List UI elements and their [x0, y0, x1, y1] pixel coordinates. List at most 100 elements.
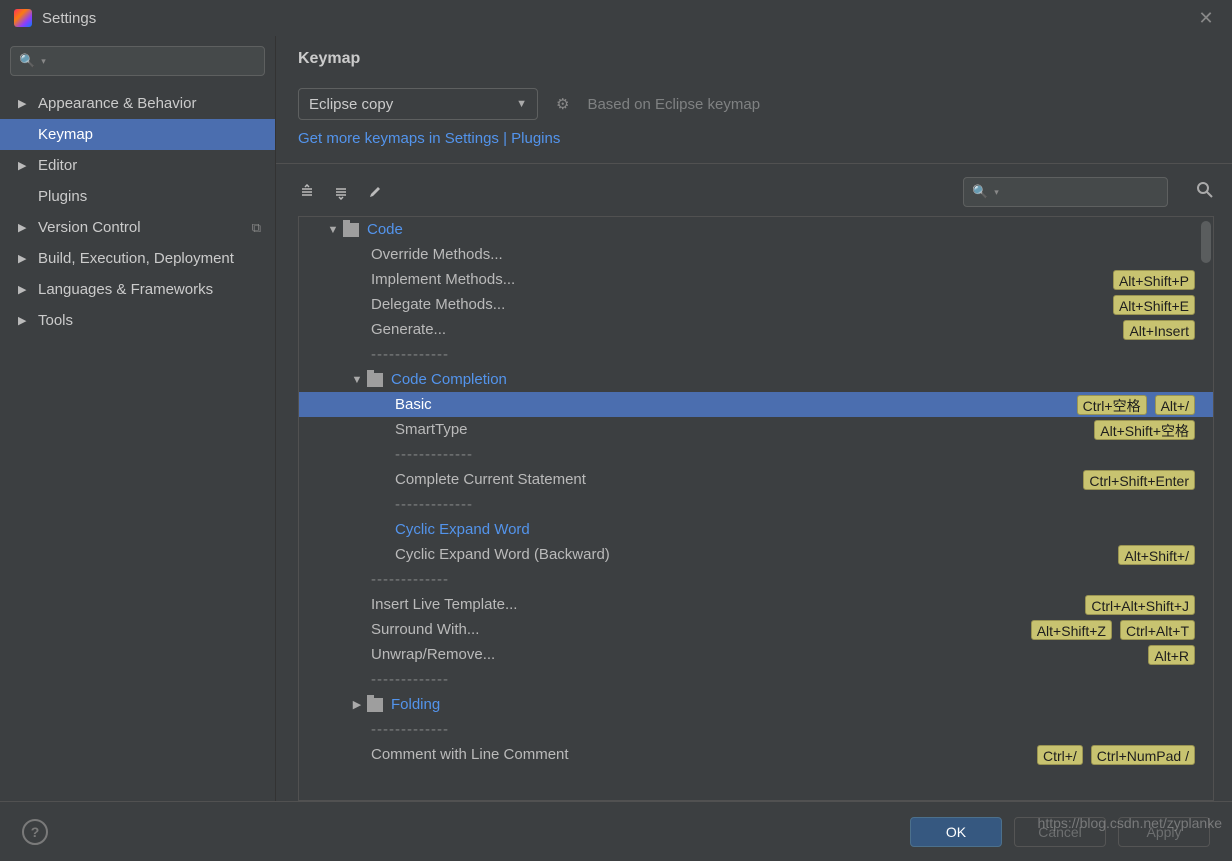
help-button[interactable]: ?	[22, 819, 48, 845]
context-options-icon[interactable]: ⧉	[252, 220, 261, 236]
chevron-down-icon: ▼	[516, 98, 527, 110]
action-search-input[interactable]	[1005, 184, 1186, 201]
get-more-keymaps-link[interactable]: Get more keymaps in Settings | Plugins	[298, 130, 1214, 147]
shortcut-badge: Alt+Shift+P	[1113, 270, 1195, 290]
nav-label: Editor	[38, 157, 77, 174]
tree-action[interactable]: Cyclic Expand Word (Backward)Alt+Shift+/	[299, 542, 1213, 567]
tree-action[interactable]: Insert Live Template... Ctrl+Alt+Shift+J	[299, 592, 1213, 617]
window-title: Settings	[42, 10, 96, 27]
shortcut-badge: Ctrl+Shift+Enter	[1083, 470, 1195, 490]
apply-button[interactable]: Apply	[1118, 817, 1210, 847]
tree-action[interactable]: Delegate Methods...Alt+Shift+E	[299, 292, 1213, 317]
chevron-right-icon: ▶	[18, 97, 30, 110]
action-label: Insert Live Template...	[371, 596, 517, 613]
nav-label: Keymap	[38, 126, 93, 143]
folder-icon	[367, 698, 383, 712]
tree-action[interactable]: Basic Ctrl+空格 Alt+/	[299, 392, 1213, 417]
ok-button-label: OK	[946, 824, 966, 840]
gear-icon[interactable]: ⚙	[556, 95, 569, 113]
tree-folder[interactable]: ▶Folding	[299, 692, 1213, 717]
collapse-all-icon[interactable]	[332, 183, 350, 201]
shortcut-badge: Alt+Shift+空格	[1094, 420, 1195, 440]
expand-all-icon[interactable]	[298, 183, 316, 201]
folder-label: Code Completion	[391, 371, 507, 388]
sidebar-item-build-execution-deployment[interactable]: ▶Build, Execution, Deployment	[0, 243, 275, 274]
action-search[interactable]: 🔍 ▾	[963, 177, 1168, 207]
action-label: Basic	[395, 396, 432, 413]
nav-label: Appearance & Behavior	[38, 95, 196, 112]
nav-label: Languages & Frameworks	[38, 281, 213, 298]
tree-separator: -------------	[299, 342, 1213, 367]
keymap-tree: ▼CodeOverride Methods...Implement Method…	[298, 216, 1214, 801]
folder-label: Code	[367, 221, 403, 238]
app-icon	[14, 9, 32, 27]
action-label: Generate...	[371, 321, 446, 338]
chevron-right-icon[interactable]: ▶	[347, 698, 367, 711]
shortcut-badge: Alt+Shift+/	[1118, 545, 1195, 565]
sidebar-item-plugins[interactable]: Plugins	[0, 181, 275, 212]
sidebar-item-keymap[interactable]: Keymap	[0, 119, 275, 150]
shortcut-list: Alt+Shift+空格	[1094, 420, 1195, 440]
chevron-down-icon[interactable]: ▼	[347, 374, 367, 386]
tree-separator: -------------	[299, 492, 1213, 517]
search-history-chevron-icon[interactable]: ▾	[994, 187, 999, 198]
sidebar-item-appearance-behavior[interactable]: ▶ Appearance & Behavior	[0, 88, 275, 119]
close-icon[interactable]: ✕	[1194, 6, 1218, 30]
page-title: Keymap	[298, 50, 1214, 68]
sidebar-item-tools[interactable]: ▶ Tools	[0, 305, 275, 336]
tree-folder[interactable]: ▼ Code Completion	[299, 367, 1213, 392]
chevron-down-icon[interactable]: ▼	[323, 224, 343, 236]
sidebar-item-version-control[interactable]: ▶Version Control⧉	[0, 212, 275, 243]
keymap-toolbar: 🔍 ▾	[298, 172, 1214, 212]
search-icon: 🔍	[972, 184, 988, 200]
shortcut-badge: Ctrl+NumPad /	[1091, 745, 1195, 765]
tree-action[interactable]: Implement Methods... Alt+Shift+P	[299, 267, 1213, 292]
settings-sidebar: 🔍 ▾ ▶Appearance & BehaviorKeymap▶EditorP…	[0, 36, 275, 801]
tree-action[interactable]: Cyclic Expand Word	[299, 517, 1213, 542]
main-area: 🔍 ▾ ▶Appearance & BehaviorKeymap▶EditorP…	[0, 36, 1232, 801]
dialog-footer: ? OK Cancel Apply	[0, 801, 1232, 861]
tree-action[interactable]: Surround With...Alt+Shift+ZCtrl+Alt+T	[299, 617, 1213, 642]
action-label: Implement Methods...	[371, 271, 515, 288]
keymap-select[interactable]: Eclipse copy ▼	[298, 88, 538, 120]
tree-action[interactable]: Comment with Line CommentCtrl+/Ctrl+NumP…	[299, 742, 1213, 767]
shortcut-list: Alt+Insert	[1123, 320, 1195, 340]
settings-content: Keymap Eclipse copy ▼ ⚙ Based on Eclipse…	[275, 36, 1232, 801]
shortcut-list: Ctrl+Alt+Shift+J	[1085, 595, 1195, 615]
edit-shortcut-icon[interactable]	[366, 183, 384, 201]
folder-icon	[367, 373, 383, 387]
tree-action[interactable]: SmartType Alt+Shift+空格	[299, 417, 1213, 442]
action-label: SmartType	[395, 421, 468, 438]
find-by-shortcut-icon[interactable]	[1196, 181, 1214, 204]
tree-action[interactable]: Generate... Alt+Insert	[299, 317, 1213, 342]
shortcut-badge: Alt+/	[1155, 395, 1195, 415]
settings-search-input[interactable]	[52, 52, 256, 70]
shortcut-badge: Ctrl+空格	[1077, 395, 1147, 415]
tree-action[interactable]: Override Methods...	[299, 242, 1213, 267]
sidebar-item-languages-frameworks[interactable]: ▶ Languages & Frameworks	[0, 274, 275, 305]
settings-nav: ▶Appearance & BehaviorKeymap▶EditorPlugi…	[0, 88, 275, 336]
tree-separator: -------------	[299, 717, 1213, 742]
folder-icon	[343, 223, 359, 237]
search-icon: 🔍	[19, 53, 35, 69]
title-bar: Settings ✕	[0, 0, 1232, 36]
tree-separator: -------------	[299, 442, 1213, 467]
keymap-select-value: Eclipse copy	[309, 96, 393, 113]
ok-button[interactable]: OK	[910, 817, 1002, 847]
tree-folder[interactable]: ▼ Code	[299, 217, 1213, 242]
chevron-right-icon: ▶	[18, 283, 30, 296]
settings-search[interactable]: 🔍 ▾	[10, 46, 265, 76]
separator-label: -------------	[371, 346, 449, 363]
tree-action[interactable]: Unwrap/Remove...Alt+R	[299, 642, 1213, 667]
tree-action[interactable]: Complete Current StatementCtrl+Shift+Ent…	[299, 467, 1213, 492]
based-on-label: Based on Eclipse keymap	[587, 96, 760, 113]
cancel-button[interactable]: Cancel	[1014, 817, 1106, 847]
chevron-right-icon: ▶	[18, 252, 30, 265]
scrollbar-thumb[interactable]	[1201, 221, 1211, 263]
shortcut-badge: Ctrl+Alt+T	[1120, 620, 1195, 640]
chevron-right-icon: ▶	[18, 314, 30, 327]
search-history-chevron-icon[interactable]: ▾	[41, 56, 46, 67]
nav-label: Tools	[38, 312, 73, 329]
action-label: Cyclic Expand Word	[395, 521, 530, 538]
sidebar-item-editor[interactable]: ▶Editor	[0, 150, 275, 181]
